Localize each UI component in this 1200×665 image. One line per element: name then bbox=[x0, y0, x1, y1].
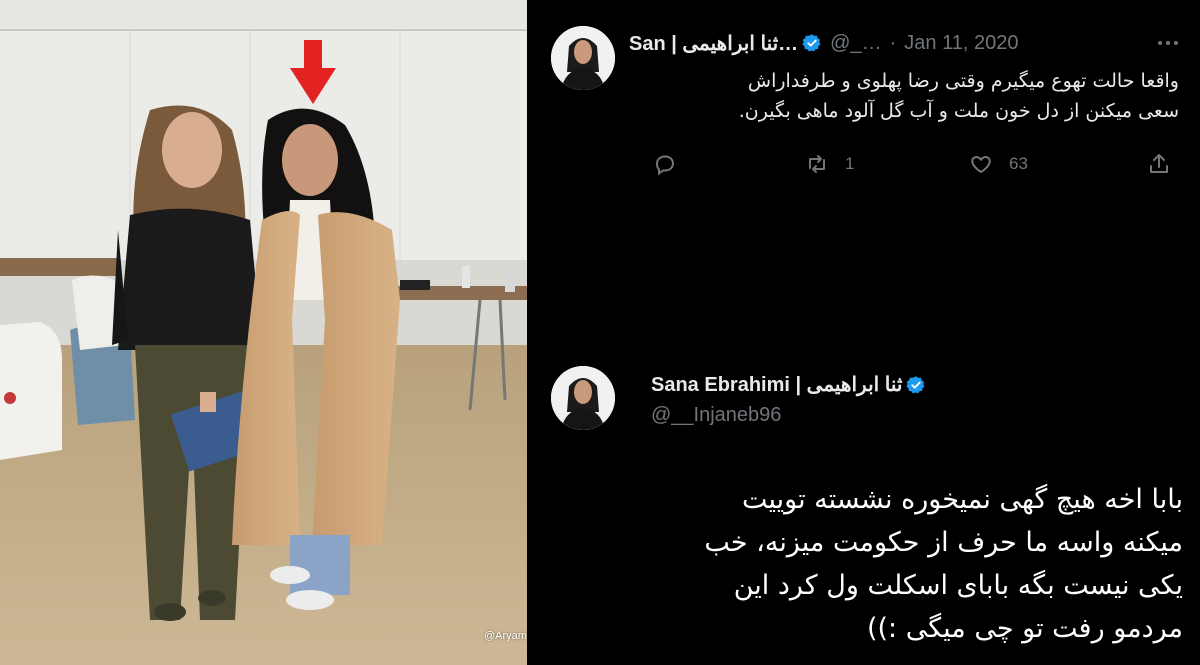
reply-icon bbox=[655, 155, 674, 176]
avatar-icon bbox=[551, 366, 615, 430]
tweet-header: San | ثنا ابراهیمی… @_… · Jan 11, 2020 bbox=[629, 30, 1180, 56]
share-button[interactable] bbox=[1147, 152, 1171, 176]
share-icon bbox=[1150, 154, 1168, 173]
display-name[interactable]: San | ثنا ابراهیمی… bbox=[629, 31, 798, 56]
tweet-text-line: یکی نیست بگه بابای اسکلت ول کرد این bbox=[733, 570, 1183, 601]
tweet-text: بابا اخه هیچ گهی نمیخوره نشسته توییت میک… bbox=[567, 478, 1183, 650]
retweet-count: 1 bbox=[845, 154, 855, 173]
timestamp[interactable]: Jan 11, 2020 bbox=[904, 32, 1018, 55]
tweet-text-line: مردمو رفت تو چی میگی :)) bbox=[866, 613, 1183, 644]
event-photo: @Aryamihan bbox=[0, 0, 527, 665]
tweet-text: واقعا حالت تهوع میگیرم وقتی رضا پهلوی و … bbox=[629, 66, 1179, 126]
tweet-text-line: سعی میکنن از دل خون ملت و آب گل آلود ماه… bbox=[738, 100, 1179, 122]
more-icon[interactable] bbox=[1158, 34, 1184, 52]
tweet-text-line: بابا اخه هیچ گهی نمیخوره نشسته توییت bbox=[741, 484, 1183, 515]
verified-badge-icon bbox=[802, 34, 821, 52]
like-count: 63 bbox=[1009, 154, 1028, 173]
separator-dot: · bbox=[889, 31, 897, 54]
like-button[interactable]: 63 bbox=[969, 152, 1028, 176]
retweet-button[interactable]: 1 bbox=[805, 152, 854, 176]
retweet-icon bbox=[809, 155, 825, 173]
avatar[interactable] bbox=[551, 26, 615, 90]
avatar-icon bbox=[551, 26, 615, 90]
watermark: @Aryamihan bbox=[484, 630, 527, 642]
handle[interactable]: @_… bbox=[830, 32, 881, 55]
reply-button[interactable] bbox=[653, 152, 677, 176]
photo-illustration bbox=[0, 0, 527, 665]
handle[interactable]: @__Injaneb96 bbox=[651, 404, 781, 427]
tweet-panel: San | ثنا ابراهیمی… @_… · Jan 11, 2020 و… bbox=[527, 0, 1200, 665]
tweet-text-line: میکنه واسه ما حرف از حکومت میزنه، خب bbox=[704, 527, 1183, 558]
display-name-text: Sana Ebrahimi | ثنا ابراهیمی bbox=[651, 374, 903, 396]
tweet-actions: 1 63 bbox=[629, 148, 1189, 182]
verified-badge-icon bbox=[906, 375, 925, 393]
display-name[interactable]: Sana Ebrahimi | ثنا ابراهیمی bbox=[651, 372, 930, 397]
like-icon bbox=[971, 156, 991, 173]
tweet-text-line: واقعا حالت تهوع میگیرم وقتی رضا پهلوی و … bbox=[747, 70, 1179, 92]
avatar[interactable] bbox=[551, 366, 615, 430]
